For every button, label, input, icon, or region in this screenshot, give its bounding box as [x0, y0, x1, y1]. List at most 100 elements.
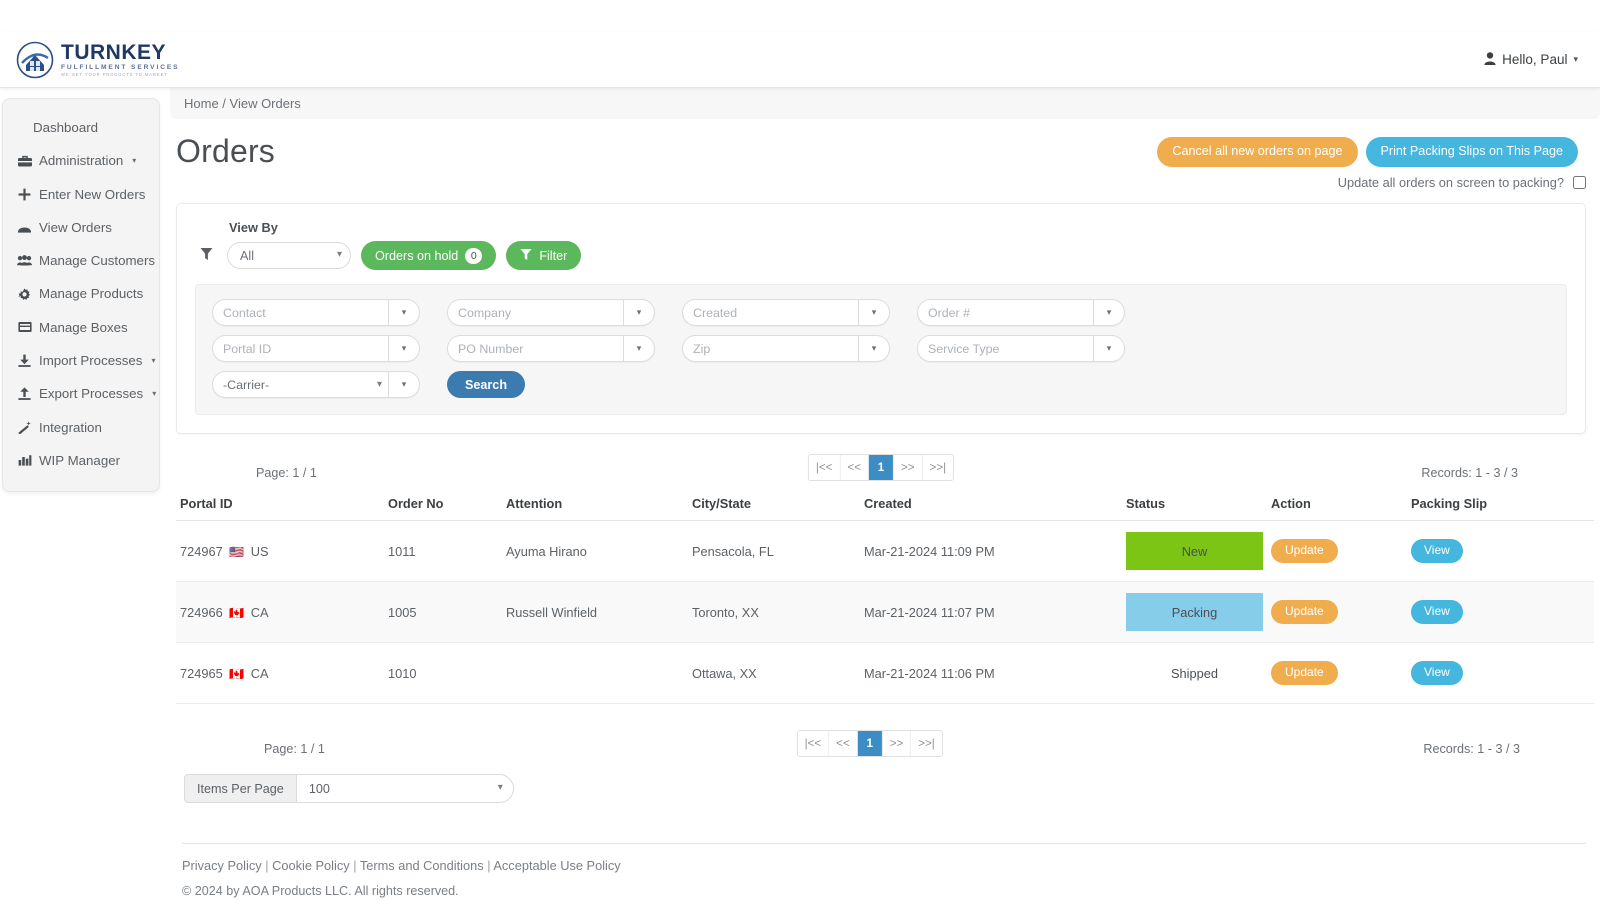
search-fields-row-2: ▾ ▾ ▾ ▾: [212, 335, 1550, 362]
search-fields-container: ▾ ▾ ▾ ▾ ▾: [195, 284, 1567, 415]
sidebar-item-administration[interactable]: Administration ▾: [3, 144, 159, 177]
search-button[interactable]: Search: [447, 371, 526, 398]
column-header-action: Action: [1267, 490, 1407, 521]
sidebar-item-view-orders[interactable]: View Orders: [3, 211, 159, 244]
update-all-to-packing-row: Update all orders on screen to packing?: [1338, 175, 1586, 190]
update-button[interactable]: Update: [1271, 661, 1338, 685]
footer-link-privacy-policy[interactable]: Privacy Policy: [182, 858, 262, 873]
top-navbar: TURNKEY FULFILLMENT SERVICES WE GET YOUR…: [0, 32, 1600, 88]
sidebar-item-integration[interactable]: Integration: [3, 411, 159, 444]
status-badge: New: [1126, 532, 1263, 570]
pagination-last-bottom[interactable]: >>|: [911, 731, 942, 756]
created-dropdown-toggle[interactable]: ▾: [858, 300, 889, 325]
flag-icon: 🇨🇦: [229, 605, 245, 620]
sidebar-item-import-processes[interactable]: Import Processes ▾: [3, 344, 159, 377]
pagination-first-top[interactable]: |<<: [808, 455, 841, 480]
footer-link-terms-and-conditions[interactable]: Terms and Conditions: [360, 858, 484, 873]
sidebar-item-dashboard[interactable]: Dashboard: [3, 111, 159, 144]
update-button[interactable]: Update: [1271, 539, 1338, 563]
cell-action: Update: [1267, 581, 1407, 643]
cell-status: Packing: [1122, 581, 1267, 643]
pagination-next-top[interactable]: >>: [894, 455, 923, 480]
status-badge: Shipped: [1171, 665, 1218, 681]
contact-dropdown-toggle[interactable]: ▾: [388, 300, 419, 325]
bar-chart-icon: [17, 454, 32, 467]
zip-input[interactable]: [683, 336, 858, 361]
sidebar-item-manage-boxes[interactable]: Manage Boxes: [3, 311, 159, 344]
zip-dropdown-toggle[interactable]: ▾: [858, 336, 889, 361]
company-input[interactable]: [448, 300, 623, 325]
user-menu[interactable]: Hello, Paul ▾: [1484, 51, 1578, 68]
print-packing-slips-button[interactable]: Print Packing Slips on This Page: [1365, 137, 1578, 167]
update-button[interactable]: Update: [1271, 600, 1338, 624]
column-header-order-no[interactable]: Order No: [384, 490, 502, 521]
portal-id-dropdown-toggle[interactable]: ▾: [388, 336, 419, 361]
sidebar-item-label: Manage Boxes: [39, 319, 128, 335]
created-input[interactable]: [683, 300, 858, 325]
footer-link-cookie-policy[interactable]: Cookie Policy: [272, 858, 350, 873]
page-header-actions: Cancel all new orders on page Print Pack…: [1157, 137, 1578, 167]
order-no-dropdown-toggle[interactable]: ▾: [1093, 300, 1124, 325]
footer-link-acceptable-use-policy[interactable]: Acceptable Use Policy: [493, 858, 620, 873]
sidebar-item-label: Manage Customers: [39, 253, 156, 269]
cell-attention: Russell Winfield: [502, 581, 688, 643]
column-header-attention[interactable]: Attention: [502, 490, 688, 521]
orders-table: Portal ID Order No Attention City/State …: [176, 490, 1594, 704]
column-header-status[interactable]: Status: [1122, 490, 1267, 521]
carrier-select[interactable]: -Carrier-: [213, 372, 388, 397]
pagination-prev-bottom[interactable]: <<: [829, 731, 858, 756]
column-header-created[interactable]: Created: [860, 490, 1122, 521]
po-number-input[interactable]: [448, 336, 623, 361]
breadcrumb[interactable]: Home / View Orders: [184, 96, 301, 111]
view-packing-slip-button[interactable]: View: [1411, 600, 1463, 624]
box-icon: [17, 321, 32, 333]
sidebar-item-manage-products[interactable]: Manage Products: [3, 277, 159, 310]
chevron-down-icon: ▾: [152, 389, 157, 399]
order-no-input[interactable]: [918, 300, 1093, 325]
pagination-page-1-bottom[interactable]: 1: [857, 731, 883, 756]
items-per-page-select[interactable]: 100: [295, 774, 514, 803]
column-header-city-state[interactable]: City/State: [688, 490, 860, 521]
pagination-prev-top[interactable]: <<: [840, 455, 869, 480]
pagination-last-top[interactable]: >>|: [922, 455, 954, 480]
column-header-portal-id[interactable]: Portal ID: [176, 490, 384, 521]
orders-on-hold-button[interactable]: Orders on hold 0: [361, 241, 497, 270]
inbox-icon: [17, 222, 32, 233]
portal-id-input[interactable]: [213, 336, 388, 361]
service-type-input[interactable]: [918, 336, 1093, 361]
footer-separator: |: [265, 858, 269, 873]
table-row: 724965 🇨🇦 CA 1010 Ottawa, XX Mar-21-2024…: [176, 642, 1594, 704]
pagination-page-1-top[interactable]: 1: [869, 455, 894, 480]
users-icon: [17, 255, 32, 266]
filter-button[interactable]: Filter: [506, 241, 582, 270]
sidebar-item-manage-customers[interactable]: Manage Customers: [3, 244, 159, 277]
pagination-first-bottom[interactable]: |<<: [797, 731, 830, 756]
cell-order-no: 1011: [384, 520, 502, 582]
sidebar-item-enter-new-orders[interactable]: Enter New Orders: [3, 178, 159, 211]
view-by-select[interactable]: All: [227, 242, 351, 269]
cancel-all-new-orders-button[interactable]: Cancel all new orders on page: [1157, 137, 1358, 167]
cell-status: New: [1122, 520, 1267, 582]
breadcrumb-bar: Home / View Orders: [170, 88, 1600, 119]
portal-id-field-group: ▾: [212, 335, 420, 362]
brand-logo[interactable]: TURNKEY FULFILLMENT SERVICES WE GET YOUR…: [16, 41, 179, 79]
pagination-bottom: |<< << 1 >> >>|: [796, 730, 943, 757]
column-header-packing-slip: Packing Slip: [1407, 490, 1594, 521]
po-number-dropdown-toggle[interactable]: ▾: [623, 336, 654, 361]
update-all-to-packing-label: Update all orders on screen to packing?: [1337, 175, 1564, 190]
sidebar-item-export-processes[interactable]: Export Processes ▾: [3, 377, 159, 410]
company-dropdown-toggle[interactable]: ▾: [623, 300, 654, 325]
sidebar-item-wip-manager[interactable]: WIP Manager: [3, 444, 159, 477]
update-all-to-packing-checkbox[interactable]: [1573, 176, 1586, 189]
pagination-next-bottom[interactable]: >>: [882, 731, 912, 756]
filter-button-label: Filter: [539, 248, 568, 263]
cell-city-state: Toronto, XX: [688, 581, 860, 643]
created-field-group: ▾: [682, 299, 890, 326]
footer-separator: |: [353, 858, 357, 873]
contact-input[interactable]: [213, 300, 388, 325]
service-type-dropdown-toggle[interactable]: ▾: [1093, 336, 1124, 361]
cell-attention: Ayuma Hirano: [502, 520, 688, 582]
view-packing-slip-button[interactable]: View: [1411, 661, 1463, 685]
view-packing-slip-button[interactable]: View: [1411, 539, 1463, 563]
carrier-dropdown-toggle[interactable]: ▾: [388, 372, 419, 397]
